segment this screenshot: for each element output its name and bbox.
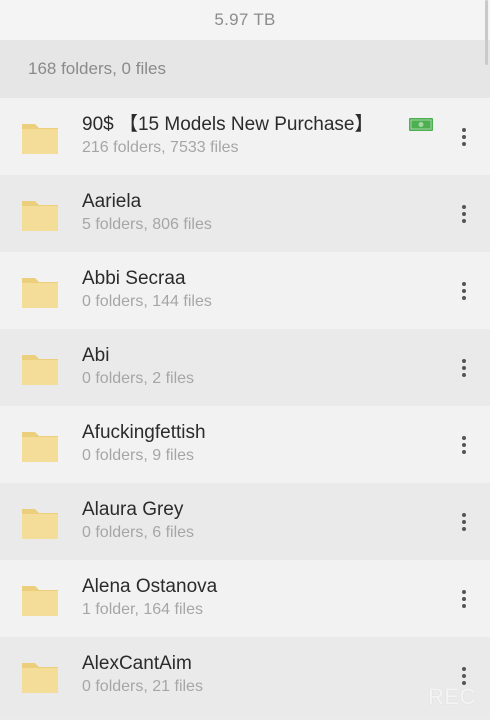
money-icon [409, 118, 433, 131]
folder-list: 90$ 【15 Models New Purchase】 216 folders… [0, 98, 490, 714]
folder-summary-bar: 168 folders, 0 files [0, 40, 490, 98]
folder-meta: 0 folders, 2 files [82, 370, 195, 387]
folder-summary-text: 168 folders, 0 files [28, 59, 166, 78]
storage-size-label: 5.97 TB [214, 10, 276, 29]
folder-row[interactable]: Afuckingfettish 0 folders, 9 files [0, 406, 490, 483]
folder-name: 90$ 【15 Models New Purchase】 [82, 114, 374, 135]
folder-meta: 0 folders, 144 files [82, 293, 212, 310]
more-options-button[interactable] [454, 432, 474, 458]
folder-icon [22, 663, 58, 693]
folder-row[interactable]: Alena Ostanova 1 folder, 164 files [0, 560, 490, 637]
folder-name: AlexCantAim [82, 653, 192, 674]
folder-icon [22, 201, 58, 231]
folder-icon [22, 509, 58, 539]
storage-total-size: 5.97 TB [0, 0, 490, 40]
folder-icon [22, 355, 58, 385]
folder-name: Aariela [82, 191, 142, 212]
more-options-button[interactable] [454, 201, 474, 227]
folder-name: Afuckingfettish [82, 422, 206, 443]
folder-meta: 0 folders, 9 files [82, 447, 195, 464]
folder-row[interactable]: Abi 0 folders, 2 files [0, 329, 490, 406]
folder-icon [22, 432, 58, 462]
more-options-button[interactable] [454, 586, 474, 612]
folder-name: Alaura Grey [82, 499, 184, 520]
recorder-watermark: REC [428, 684, 476, 709]
more-options-button[interactable] [454, 355, 474, 381]
folder-name: Alena Ostanova [82, 576, 218, 597]
folder-row[interactable]: AlexCantAim 0 folders, 21 files [0, 637, 490, 714]
folder-icon [22, 586, 58, 616]
folder-meta: 1 folder, 164 files [82, 601, 203, 618]
folder-icon [22, 278, 58, 308]
scrollbar[interactable] [485, 0, 488, 65]
folder-meta: 5 folders, 806 files [82, 216, 212, 233]
folder-row[interactable]: Aariela 5 folders, 806 files [0, 175, 490, 252]
folder-name: Abi [82, 345, 110, 366]
folder-meta: 0 folders, 21 files [82, 678, 203, 695]
more-options-button[interactable] [454, 124, 474, 150]
folder-icon [22, 124, 58, 154]
folder-name: Abbi Secraa [82, 268, 186, 289]
folder-row[interactable]: 90$ 【15 Models New Purchase】 216 folders… [0, 98, 490, 175]
folder-meta: 216 folders, 7533 files [82, 139, 239, 156]
folder-row[interactable]: Abbi Secraa 0 folders, 144 files [0, 252, 490, 329]
more-options-button[interactable] [454, 278, 474, 304]
folder-row[interactable]: Alaura Grey 0 folders, 6 files [0, 483, 490, 560]
folder-meta: 0 folders, 6 files [82, 524, 195, 541]
more-options-button[interactable] [454, 509, 474, 535]
